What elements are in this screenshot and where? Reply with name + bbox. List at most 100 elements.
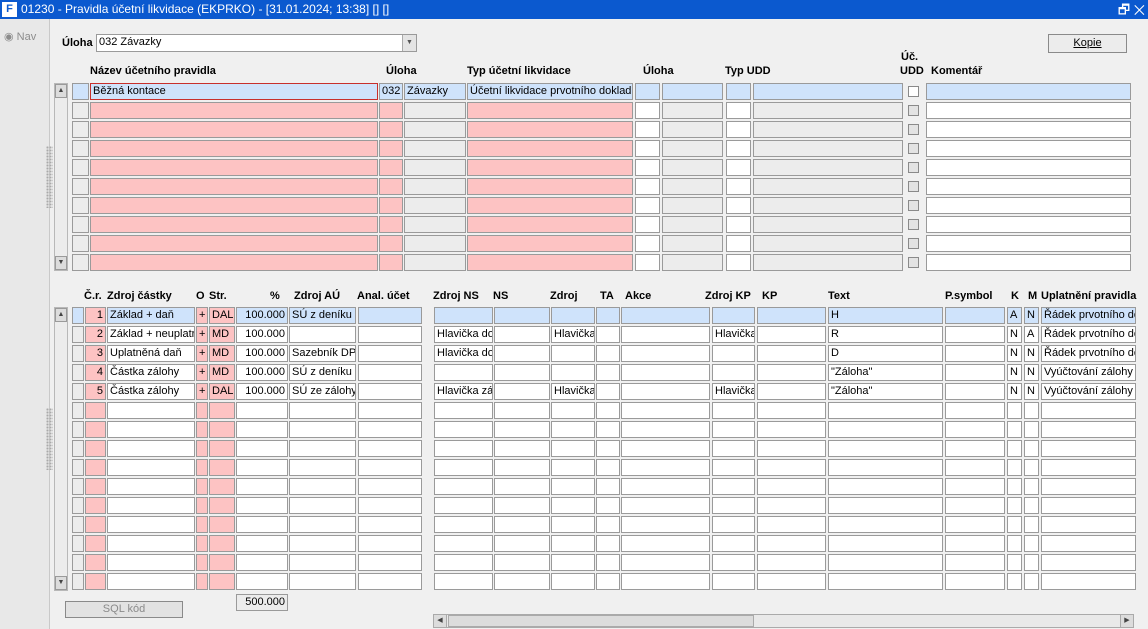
psymbol-cell[interactable] bbox=[945, 554, 1005, 571]
k-cell[interactable] bbox=[1007, 402, 1022, 419]
typ-cell[interactable] bbox=[467, 102, 633, 119]
anal-cell[interactable] bbox=[358, 326, 422, 343]
zdroj-castky-cell[interactable]: Základ + daň bbox=[107, 307, 195, 324]
uloha-nazev-cell[interactable] bbox=[404, 102, 466, 119]
anal-cell[interactable] bbox=[358, 554, 422, 571]
anal-cell[interactable] bbox=[358, 535, 422, 552]
str-cell[interactable] bbox=[209, 535, 235, 552]
o-cell[interactable] bbox=[196, 573, 208, 590]
row-selector[interactable] bbox=[72, 364, 84, 381]
zdroj-castky-cell[interactable]: Uplatněná daň bbox=[107, 345, 195, 362]
zdroj-kp-cell[interactable] bbox=[712, 478, 755, 495]
m-cell[interactable] bbox=[1024, 440, 1039, 457]
uloha-nazev-cell[interactable] bbox=[404, 121, 466, 138]
text-cell[interactable] bbox=[828, 421, 943, 438]
zdroj-ns-cell[interactable] bbox=[434, 440, 493, 457]
zdroj-ns-cell[interactable] bbox=[434, 497, 493, 514]
uplatneni-cell[interactable]: Řádek prvotního do bbox=[1041, 307, 1136, 324]
uloha2-nazev-cell[interactable] bbox=[662, 159, 723, 176]
zdroj-ns-cell[interactable] bbox=[434, 421, 493, 438]
row-selector[interactable] bbox=[72, 326, 84, 343]
kp-cell[interactable] bbox=[757, 402, 826, 419]
akce-cell[interactable] bbox=[621, 478, 710, 495]
m-cell[interactable] bbox=[1024, 535, 1039, 552]
psymbol-cell[interactable] bbox=[945, 402, 1005, 419]
psymbol-cell[interactable] bbox=[945, 573, 1005, 590]
ns-cell[interactable] bbox=[494, 554, 550, 571]
row-selector[interactable] bbox=[72, 554, 84, 571]
zdroj-au-cell[interactable] bbox=[289, 478, 356, 495]
row-selector[interactable] bbox=[72, 440, 84, 457]
ta-cell[interactable] bbox=[596, 478, 620, 495]
restore-icon[interactable]: 🗗 bbox=[1118, 2, 1130, 17]
k-cell[interactable] bbox=[1007, 516, 1022, 533]
ta-cell[interactable] bbox=[596, 402, 620, 419]
m-cell[interactable] bbox=[1024, 459, 1039, 476]
m-cell[interactable] bbox=[1024, 478, 1039, 495]
typ-udd-cell[interactable] bbox=[726, 121, 751, 138]
kp-cell[interactable] bbox=[757, 554, 826, 571]
zdroj-kp-cell[interactable] bbox=[712, 345, 755, 362]
uc-udd-checkbox[interactable] bbox=[908, 238, 919, 249]
kp-cell[interactable] bbox=[757, 459, 826, 476]
row-selector[interactable] bbox=[72, 235, 89, 252]
kp-cell[interactable] bbox=[757, 326, 826, 343]
kp-cell[interactable] bbox=[757, 573, 826, 590]
row-selector[interactable] bbox=[72, 345, 84, 362]
typ-udd-nazev-cell[interactable] bbox=[753, 102, 903, 119]
anal-cell[interactable] bbox=[358, 516, 422, 533]
chevron-down-icon[interactable]: ▼ bbox=[402, 35, 416, 51]
psymbol-cell[interactable] bbox=[945, 326, 1005, 343]
m-cell[interactable] bbox=[1024, 554, 1039, 571]
kp-cell[interactable] bbox=[757, 421, 826, 438]
komentar-cell[interactable] bbox=[926, 140, 1131, 157]
zdroj-au-cell[interactable] bbox=[289, 497, 356, 514]
kp-cell[interactable] bbox=[757, 345, 826, 362]
kp-cell[interactable] bbox=[757, 383, 826, 400]
nazev-cell[interactable] bbox=[90, 159, 378, 176]
o-cell[interactable] bbox=[196, 554, 208, 571]
uc-udd-checkbox[interactable] bbox=[908, 162, 919, 173]
psymbol-cell[interactable] bbox=[945, 516, 1005, 533]
zdroj-ns-cell[interactable] bbox=[434, 535, 493, 552]
zdroj-kp-cell[interactable] bbox=[712, 535, 755, 552]
ta-cell[interactable] bbox=[596, 497, 620, 514]
text-cell[interactable] bbox=[828, 554, 943, 571]
kp-cell[interactable] bbox=[757, 364, 826, 381]
uplatneni-cell[interactable] bbox=[1041, 402, 1136, 419]
typ-udd-cell[interactable] bbox=[726, 216, 751, 233]
m-cell[interactable]: N bbox=[1024, 383, 1039, 400]
rules-scrollbar[interactable]: ▲ ▼ bbox=[46, 83, 68, 271]
pct-cell[interactable] bbox=[236, 516, 288, 533]
typ-cell[interactable] bbox=[467, 254, 633, 271]
uloha-nazev-cell[interactable] bbox=[404, 159, 466, 176]
zdroj-kp-cell[interactable] bbox=[712, 364, 755, 381]
akce-cell[interactable] bbox=[621, 383, 710, 400]
o-cell[interactable]: + bbox=[196, 345, 208, 362]
akce-cell[interactable] bbox=[621, 535, 710, 552]
uloha-nazev-cell[interactable] bbox=[404, 178, 466, 195]
ta-cell[interactable] bbox=[596, 364, 620, 381]
nazev-cell[interactable] bbox=[90, 140, 378, 157]
uloha-kod-cell[interactable] bbox=[379, 216, 403, 233]
uloha-nazev-cell[interactable] bbox=[404, 235, 466, 252]
row-selector[interactable] bbox=[72, 140, 89, 157]
zdroj-au-cell[interactable] bbox=[289, 421, 356, 438]
komentar-cell[interactable] bbox=[926, 83, 1131, 100]
close-icon[interactable]: ✕ bbox=[1134, 2, 1145, 17]
uloha2-nazev-cell[interactable] bbox=[662, 235, 723, 252]
nazev-cell[interactable] bbox=[90, 254, 378, 271]
zdroj-castky-cell[interactable] bbox=[107, 421, 195, 438]
uloha2-cell[interactable] bbox=[635, 83, 660, 100]
typ-udd-nazev-cell[interactable] bbox=[753, 178, 903, 195]
zdroj-au-cell[interactable]: SÚ z deníku bbox=[289, 307, 356, 324]
cr-cell[interactable]: 5 bbox=[85, 383, 106, 400]
typ-udd-nazev-cell[interactable] bbox=[753, 197, 903, 214]
akce-cell[interactable] bbox=[621, 573, 710, 590]
uloha2-cell[interactable] bbox=[635, 216, 660, 233]
psymbol-cell[interactable] bbox=[945, 459, 1005, 476]
k-cell[interactable]: A bbox=[1007, 307, 1022, 324]
zdroj-cell[interactable] bbox=[551, 459, 595, 476]
str-cell[interactable]: MD bbox=[209, 345, 235, 362]
m-cell[interactable]: A bbox=[1024, 326, 1039, 343]
